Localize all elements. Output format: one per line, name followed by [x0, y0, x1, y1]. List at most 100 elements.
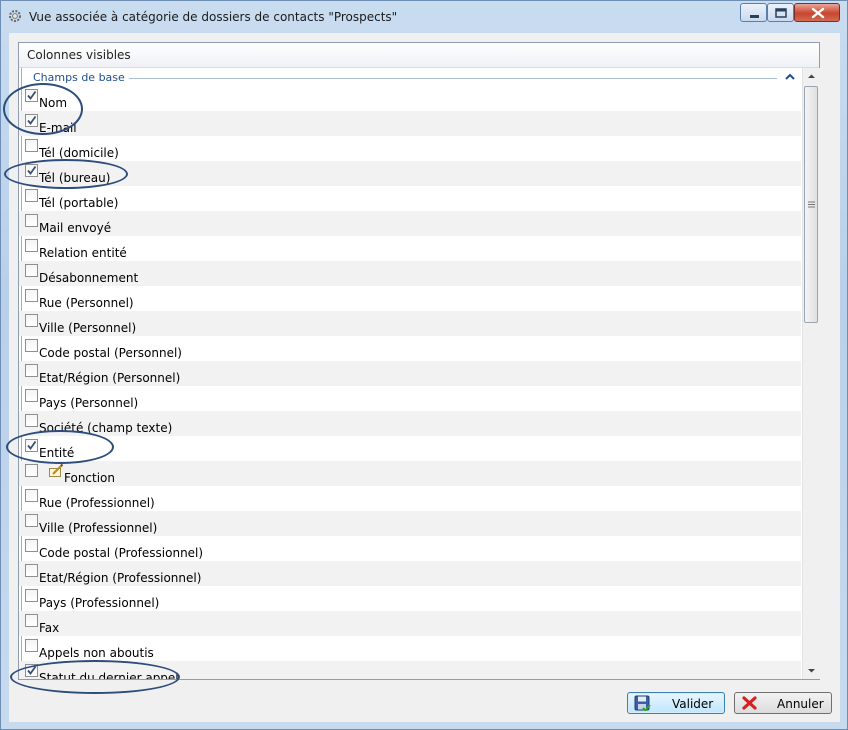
columns-panel: Colonnes visibles Champs de base Nom E-ma…: [18, 42, 820, 680]
list-item[interactable]: Tél (portable): [19, 186, 801, 211]
list-item[interactable]: Etat/Région (Professionnel): [19, 561, 801, 586]
visible-columns-list: Champs de base Nom E-mail Tél (domicile) Té…: [19, 68, 801, 679]
row-checkbox[interactable]: [25, 664, 38, 677]
row-label: Code postal (Professionnel): [39, 546, 204, 560]
row-label: Mail envoyé: [39, 221, 112, 235]
row-label: Pays (Professionnel): [39, 596, 160, 610]
row-label: Ville (Personnel): [39, 321, 137, 335]
maximize-button[interactable]: [767, 3, 794, 22]
list-item[interactable]: Rue (Personnel): [19, 286, 801, 311]
row-checkbox[interactable]: [25, 564, 38, 577]
list-item[interactable]: Nom: [19, 86, 801, 111]
row-checkbox[interactable]: [25, 389, 38, 402]
row-label: Pays (Personnel): [39, 396, 139, 410]
checkmark-icon: [27, 665, 37, 675]
group-header-base-fields[interactable]: Champs de base: [19, 68, 801, 86]
title-bar[interactable]: Vue associée à catégorie de dossiers de …: [1, 1, 847, 33]
checkmark-icon: [27, 115, 37, 125]
row-checkbox[interactable]: [25, 139, 38, 152]
row-label: Tél (domicile): [39, 146, 119, 160]
scroll-down-icon[interactable]: [803, 662, 820, 679]
vertical-scrollbar[interactable]: [802, 68, 820, 679]
list-item[interactable]: Relation entité: [19, 236, 801, 261]
dialog-window: Vue associée à catégorie de dossiers de …: [0, 0, 848, 730]
chevron-up-icon[interactable]: [783, 70, 797, 84]
row-label: Rue (Personnel): [39, 296, 134, 310]
row-checkbox[interactable]: [25, 289, 38, 302]
row-label: Entité: [39, 446, 75, 460]
minimize-button[interactable]: [740, 3, 767, 22]
list-item[interactable]: Ville (Personnel): [19, 311, 801, 336]
row-checkbox[interactable]: [25, 464, 38, 477]
checkmark-icon: [27, 90, 37, 100]
list-item[interactable]: Code postal (Personnel): [19, 336, 801, 361]
row-checkbox[interactable]: [25, 164, 38, 177]
list-item[interactable]: Code postal (Professionnel): [19, 536, 801, 561]
row-label: Code postal (Personnel): [39, 346, 182, 360]
close-button[interactable]: [794, 3, 840, 22]
minimize-icon: [750, 15, 759, 18]
checkmark-icon: [27, 165, 37, 175]
list-item[interactable]: E-mail: [19, 111, 801, 136]
row-checkbox[interactable]: [25, 364, 38, 377]
row-label: Fax: [39, 621, 60, 635]
list-item[interactable]: Société (champ texte): [19, 411, 801, 436]
scroll-up-icon[interactable]: [803, 68, 820, 85]
row-label: Ville (Professionnel): [39, 521, 158, 535]
list-item[interactable]: Entité: [19, 436, 801, 461]
row-label: E-mail: [39, 121, 77, 135]
row-checkbox[interactable]: [25, 189, 38, 202]
row-label: Etat/Région (Professionnel): [39, 571, 202, 585]
list-item[interactable]: Fonction: [19, 461, 801, 486]
group-divider: [123, 78, 777, 79]
list-item[interactable]: Appels non aboutis: [19, 636, 801, 661]
row-checkbox[interactable]: [25, 114, 38, 127]
cancel-button[interactable]: Annuler: [734, 692, 832, 714]
row-label: Statut du dernier appel: [39, 671, 179, 679]
row-checkbox[interactable]: [25, 489, 38, 502]
validate-button[interactable]: Valider: [627, 692, 725, 714]
row-label: Tél (bureau): [39, 171, 111, 185]
row-label: Relation entité: [39, 246, 127, 260]
dialog-body: Colonnes visibles Champs de base Nom E-ma…: [3, 33, 840, 722]
list-item[interactable]: Etat/Région (Personnel): [19, 361, 801, 386]
close-icon: [811, 7, 825, 19]
list-item[interactable]: Désabonnement: [19, 261, 801, 286]
checkmark-icon: [27, 440, 37, 450]
row-checkbox[interactable]: [25, 314, 38, 327]
row-checkbox[interactable]: [25, 589, 38, 602]
scrollbar-thumb[interactable]: [804, 86, 818, 323]
save-disk-icon: [634, 695, 651, 711]
cancel-label: Annuler: [777, 697, 824, 711]
row-checkbox[interactable]: [25, 414, 38, 427]
row-label: Fonction: [64, 471, 116, 485]
column-header[interactable]: Colonnes visibles: [19, 43, 819, 68]
list-item[interactable]: Ville (Professionnel): [19, 511, 801, 536]
row-label: Tél (portable): [39, 196, 119, 210]
row-checkbox[interactable]: [25, 339, 38, 352]
row-checkbox[interactable]: [25, 514, 38, 527]
window-title: Vue associée à catégorie de dossiers de …: [29, 10, 398, 24]
row-checkbox[interactable]: [25, 439, 38, 452]
list-item[interactable]: Pays (Professionnel): [19, 586, 801, 611]
list-item[interactable]: Tél (bureau): [19, 161, 801, 186]
list-item[interactable]: Pays (Personnel): [19, 386, 801, 411]
row-checkbox[interactable]: [25, 539, 38, 552]
list-item[interactable]: Statut du dernier appel: [19, 661, 801, 679]
row-checkbox[interactable]: [25, 264, 38, 277]
list-item[interactable]: Rue (Professionnel): [19, 486, 801, 511]
validate-label: Valider: [672, 697, 714, 711]
red-x-icon: [742, 696, 757, 710]
row-checkbox[interactable]: [25, 614, 38, 627]
row-checkbox[interactable]: [25, 214, 38, 227]
group-label: Champs de base: [33, 71, 129, 84]
list-item[interactable]: Fax: [19, 611, 801, 636]
row-checkbox[interactable]: [25, 89, 38, 102]
list-item[interactable]: Tél (domicile): [19, 136, 801, 161]
list-item[interactable]: Mail envoyé: [19, 211, 801, 236]
column-header-label: Colonnes visibles: [27, 48, 131, 62]
row-checkbox[interactable]: [25, 639, 38, 652]
row-label: Société (champ texte): [39, 421, 173, 435]
row-label: Etat/Région (Personnel): [39, 371, 181, 385]
row-checkbox[interactable]: [25, 239, 38, 252]
